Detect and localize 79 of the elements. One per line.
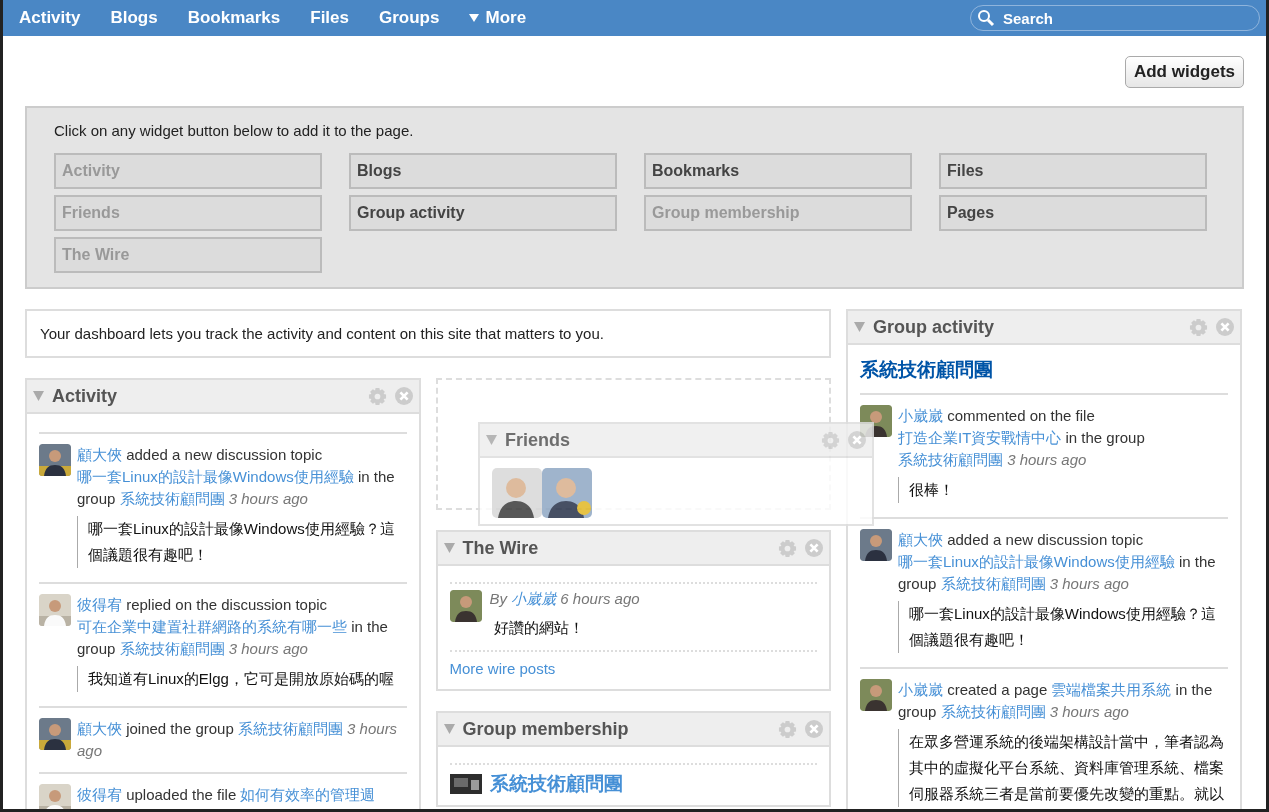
group-link[interactable]: 系統技術顧問團: [237, 720, 343, 737]
panel-hint: Click on any widget button below to add it to the page.: [54, 122, 415, 139]
search-input[interactable]: Search: [1001, 8, 1245, 28]
activity-excerpt: 我知道有Linux的Elgg，它可是開放原始碼的喔: [77, 666, 407, 692]
widget-title: Group activity: [873, 316, 996, 338]
collapse-icon[interactable]: [486, 435, 497, 445]
collapse-icon[interactable]: [854, 322, 865, 332]
user-link[interactable]: 彼得宥: [77, 596, 122, 613]
widget-button[interactable]: Bookmarks: [644, 153, 912, 189]
group-link[interactable]: 系統技術顧問團: [119, 490, 225, 507]
activity-excerpt: 哪一套Linux的設計最像Windows使用經驗？這個議題很有趣吧！: [898, 601, 1228, 653]
settings-icon[interactable]: [821, 430, 840, 450]
close-icon[interactable]: [805, 539, 823, 557]
item-link[interactable]: 如何有效率的管理週: [240, 786, 376, 803]
group-link[interactable]: 系統技術顧問團: [119, 640, 225, 657]
widget-button[interactable]: Pages: [939, 195, 1207, 231]
collapse-icon[interactable]: [443, 724, 455, 734]
nav-link[interactable]: Files: [310, 8, 349, 28]
more-wire-link[interactable]: More wire posts: [449, 650, 817, 681]
group-title-link[interactable]: 系統技術顧問團: [860, 351, 1228, 393]
widget-button[interactable]: Blogs: [349, 153, 617, 189]
nav-link[interactable]: Activity: [19, 8, 81, 28]
widget-title: Group membership: [462, 718, 630, 740]
activity-summary: 顧大俠 joined the group 系統技術顧問團 3 hours ago: [77, 719, 399, 761]
nav-link[interactable]: Bookmarks: [187, 8, 281, 28]
widget-header[interactable]: Activity: [27, 380, 419, 414]
activity-excerpt: 哪一套Linux的設計最像Windows使用經驗？這個議題很有趣吧！: [77, 516, 407, 568]
collapse-icon[interactable]: [443, 543, 455, 553]
activity-summary: 彼得宥 replied on the discussion topic 可在企業中建置社群網路的系統有哪一些 in the group 系統技術顧問團 3 hours ago: [77, 595, 389, 659]
wire-message: 好讚的網站！: [493, 619, 585, 638]
item-link[interactable]: 哪一套Linux的設計最像Windows使用經驗: [898, 553, 1175, 570]
user-link[interactable]: 顧大俠: [898, 531, 943, 548]
widget-title: Activity: [52, 385, 119, 407]
user-link[interactable]: 小崴崴: [898, 681, 943, 698]
activity-summary: 顧大俠 added a new discussion topic 哪一套Linux的設計最像Windows使用經驗 in the group 系統技術顧問團 3 hours ago: [898, 530, 1217, 594]
item-link[interactable]: 打造企業IT資安戰情中心: [898, 429, 1062, 446]
group-link[interactable]: 系統技術顧問團: [940, 575, 1046, 592]
activity-excerpt: 很棒！: [898, 477, 1228, 503]
more-menu[interactable]: More: [469, 8, 527, 28]
activity-summary: 小崴崴 commented on the file 打造企業IT資安戰情中心 in the group 系統技術顧問團 3 hours ago: [898, 406, 1146, 470]
widget-button[interactable]: Files: [939, 153, 1207, 189]
nav-link[interactable]: Blogs: [110, 8, 158, 28]
add-widgets-button[interactable]: Add widgets: [1124, 56, 1244, 88]
close-icon[interactable]: [848, 431, 866, 449]
widget-title: The Wire: [462, 537, 540, 559]
post-byline: By 小崴崴 6 hours ago: [489, 590, 641, 609]
close-icon[interactable]: [1216, 318, 1234, 336]
settings-icon[interactable]: [778, 719, 797, 739]
activity-summary: 顧大俠 added a new discussion topic 哪一套Linux的設計最像Windows使用經驗 in the group 系統技術顧問團 3 hours ago: [77, 445, 396, 509]
widget-header[interactable]: Group activity: [848, 311, 1240, 345]
activity-summary: 彼得宥 uploaded the file 如何有效率的管理週: [77, 785, 377, 805]
user-link[interactable]: 小崴崴: [511, 590, 557, 607]
nav-link[interactable]: Groups: [379, 8, 440, 28]
widget-title: Friends: [505, 429, 571, 451]
activity-summary: 小崴崴 created a page 雲端檔案共用系統 in the group 系統技術顧問團 3 hours ago: [898, 680, 1214, 722]
item-link[interactable]: 哪一套Linux的設計最像Windows使用經驗: [77, 468, 354, 485]
settings-icon[interactable]: [367, 386, 387, 406]
search-icon: [977, 9, 995, 27]
settings-icon[interactable]: [778, 538, 797, 558]
user-link[interactable]: 彼得宥: [77, 786, 122, 803]
settings-icon[interactable]: [1189, 317, 1208, 337]
group-link[interactable]: 系統技術顧問團: [489, 771, 623, 797]
item-link[interactable]: 可在企業中建置社群網路的系統有哪一些: [77, 618, 347, 635]
caret-icon: [469, 14, 480, 22]
user-link[interactable]: 小崴崴: [898, 407, 943, 424]
collapse-icon[interactable]: [33, 391, 44, 401]
widget-button[interactable]: Group activity: [349, 195, 617, 231]
user-link[interactable]: 顧大俠: [77, 446, 122, 463]
widget-header[interactable]: Friends: [480, 424, 872, 458]
widget-header[interactable]: The Wire: [437, 532, 829, 566]
activity-excerpt: 在眾多營運系統的後端架構設計當中，筆者認為其中的虛擬化平台系統、資料庫管理系統、檔案伺服器系統三者是當前要優先改變的重點。就以: [898, 729, 1228, 807]
widget-header[interactable]: Group membership: [437, 713, 829, 747]
group-link[interactable]: 系統技術顧問團: [898, 451, 1003, 468]
close-icon[interactable]: [394, 387, 413, 405]
close-icon[interactable]: [805, 720, 823, 738]
user-link[interactable]: 顧大俠: [77, 720, 122, 737]
group-link[interactable]: 系統技術顧問團: [940, 703, 1046, 720]
item-link[interactable]: 雲端檔案共用系統: [1051, 681, 1172, 698]
dashboard-intro: Your dashboard lets you track the activity and content on this site that matters to you.: [25, 309, 831, 358]
